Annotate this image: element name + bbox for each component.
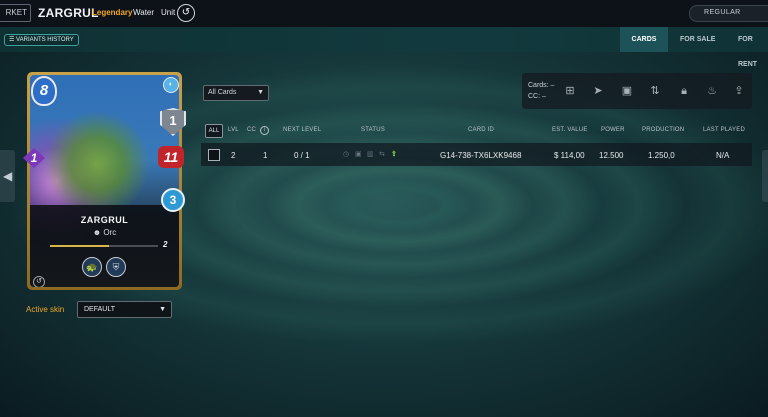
clock-icon: ◷ [343,151,350,158]
selection-summary: Cards: – CC: – [528,80,554,102]
level-status-icon: ⇪ [391,151,397,158]
column-card-id[interactable]: CARD ID [468,127,494,133]
format-toggle[interactable]: REGULAR [689,5,768,22]
card-name: ZARGRUL [80,215,129,225]
tab-for-sale[interactable]: FOR SALE [680,27,715,52]
card-level: 2 [163,240,168,249]
level-progress-fill [50,245,110,247]
ability-2-icon: ⛨ [106,257,126,277]
rarity-label: Legendary [92,8,133,17]
cell-power: 12.500 [599,151,624,160]
edition-icon: ↺ [33,276,45,287]
card-race-label: Orc [103,228,117,237]
lock-status-icon: ▥ [367,151,374,158]
card-race: ☻ Orc [30,228,179,237]
format-label: REGULAR [704,9,741,16]
cell-est-value: $ 114,00 [554,151,585,160]
column-lvl[interactable]: LVL [228,127,239,133]
column-cc[interactable]: CC [247,127,256,133]
type-label: Unit [161,8,176,17]
ability-1-icon: 🐢 [82,257,102,277]
tab-cards[interactable]: CARDS [620,27,668,52]
burn-icon[interactable]: ♨ [705,84,719,98]
cards-filter-value: All Cards [208,89,237,96]
orc-icon: ☻ [92,228,104,237]
speed-stat: 3 [161,188,185,212]
add-card-icon[interactable]: ⊞ [563,84,577,98]
cell-card-id[interactable]: G14-738-TX6LXK9468 [440,151,521,160]
info-icon[interactable]: i [260,126,269,135]
health-stat: 11 [158,146,184,168]
actions-panel: Cards: – CC: – ⊞ ➤ ▣ ⇅ 🔒︎ ♨ ⇪ [522,73,752,109]
chevron-down-icon: ▼ [257,89,264,96]
next-card-button[interactable] [762,150,768,202]
page-title: ZARGRUL [38,6,99,20]
cell-last-played: N/A [716,151,730,160]
market-button[interactable]: RKET [0,4,31,22]
variants-history-button[interactable]: ☰ VARIANTS HISTORY [4,34,79,46]
market-status-icon: ▣ [355,151,362,158]
cards-count: Cards: – [528,82,555,89]
column-power[interactable]: POWER [601,127,625,133]
row-checkbox[interactable] [208,149,220,161]
column-last-played[interactable]: LAST PLAYED [703,127,745,133]
level-progress-bar [50,245,158,247]
send-icon[interactable]: ➤ [591,84,605,98]
element-label: Water [133,8,155,17]
cards-filter-select[interactable]: All Cards ▼ [203,85,269,101]
chevron-down-icon: ▼ [159,306,166,313]
cell-cc: 1 [263,151,268,160]
water-element-icon: ◐ [163,77,179,93]
active-skin-value: DEFAULT [84,306,115,313]
cell-next-level: 0 / 1 [294,151,310,160]
cell-lvl: 2 [231,151,236,160]
market-icon[interactable]: ▣ [620,84,634,98]
select-all-button[interactable]: ALL [205,124,223,138]
active-skin-select[interactable]: DEFAULT ▼ [77,301,172,318]
chevron-left-icon: ◀ [3,169,13,183]
level-up-icon[interactable]: ⇪ [732,84,746,98]
card-art: ZARGRUL ☻ Orc 2 🐢 ⛨ ↺ [30,75,179,287]
tab-for-rent[interactable]: FOR RENT [738,27,768,68]
active-skin-label: Active skin [26,305,65,314]
card-image: ZARGRUL ☻ Orc 2 🐢 ⛨ ↺ 8 ◐ 1 11 1 3 [23,72,186,290]
lock-icon[interactable]: 🔒︎ [677,84,691,98]
transfer-icon[interactable]: ⇅ [648,84,662,98]
column-next-level[interactable]: NEXT LEVEL [283,127,321,133]
column-status[interactable]: STATUS [361,127,385,133]
untamed-edition-icon: ↺ [177,4,195,22]
previous-card-button[interactable]: ◀ [0,150,15,202]
column-est-value[interactable]: EST. VALUE [552,127,588,133]
column-production[interactable]: PRODUCTION [642,127,684,133]
cell-production: 1.250,0 [648,151,675,160]
delegation-status-icon: ⇆ [379,151,385,158]
cc-count: CC: – [528,93,546,100]
mana-cost: 8 [31,76,57,106]
